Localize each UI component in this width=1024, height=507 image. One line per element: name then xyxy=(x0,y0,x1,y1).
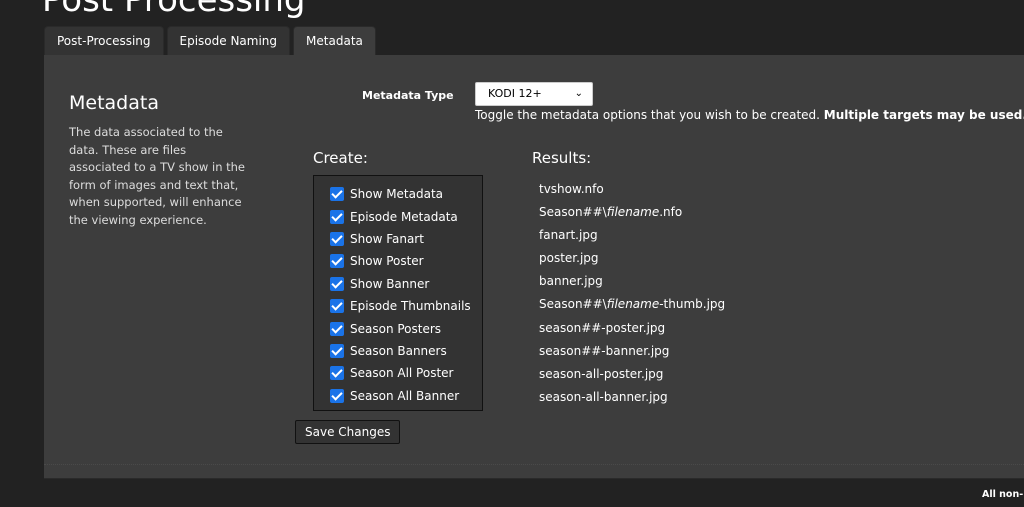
panel-divider xyxy=(44,464,1024,465)
filename-part: Season##\ xyxy=(539,205,607,220)
checkbox[interactable] xyxy=(330,366,344,381)
result-filename: banner.jpg xyxy=(539,274,725,297)
create-option-row[interactable]: Episode Thumbnails xyxy=(330,295,482,317)
create-option-row[interactable]: Show Banner xyxy=(330,273,482,295)
save-changes-button[interactable]: Save Changes xyxy=(295,420,401,444)
checkbox-label: Show Poster xyxy=(350,254,424,269)
checkbox-label: Season All Poster xyxy=(350,366,454,381)
create-option-row[interactable]: Show Metadata xyxy=(330,183,482,205)
result-filename: Season##\filename-thumb.jpg xyxy=(539,297,725,320)
checkbox[interactable] xyxy=(330,254,344,269)
filename-part: season##-banner.jpg xyxy=(539,343,670,358)
chevron-down-icon: ⌄ xyxy=(574,88,583,99)
results-heading: Results: xyxy=(532,149,592,167)
filename-part: season##-poster.jpg xyxy=(539,320,666,335)
tab-post-processing[interactable]: Post-Processing xyxy=(44,26,164,56)
metadata-type-label: Metadata Type xyxy=(362,89,454,102)
result-filename: poster.jpg xyxy=(539,251,725,274)
metadata-panel: Metadata The data associated to the data… xyxy=(44,55,1024,479)
result-filename: season-all-poster.jpg xyxy=(539,367,725,390)
checkbox[interactable] xyxy=(330,321,344,336)
create-heading: Create: xyxy=(313,149,368,167)
section-description: The data associated to the data. These a… xyxy=(69,125,246,227)
create-options-box: Show Metadata Episode Metadata Show Fanart… xyxy=(313,175,483,411)
checkbox[interactable] xyxy=(330,231,344,246)
hint-bold: Multiple targets may be used. xyxy=(823,108,1024,122)
checkbox[interactable] xyxy=(330,276,344,291)
create-option-row[interactable]: Season All Poster xyxy=(330,362,482,384)
filename-part: .nfo xyxy=(659,205,683,220)
results-list: tvshow.nfo Season##\filename.nfo fanart.jp… xyxy=(539,182,725,413)
create-option-row[interactable]: Show Poster xyxy=(330,250,482,272)
checkbox-label: Show Fanart xyxy=(350,231,424,246)
filename-placeholder: filename xyxy=(606,205,660,220)
filename-part: season-all-banner.jpg xyxy=(539,389,668,404)
checkbox[interactable] xyxy=(330,343,344,358)
filename-part: tvshow.nfo xyxy=(539,182,604,196)
result-filename: season##-banner.jpg xyxy=(539,344,725,367)
filename-part: Season##\ xyxy=(539,297,607,312)
metadata-type-select[interactable]: KODI 12+ ⌄ xyxy=(475,82,593,106)
filename-placeholder: filename xyxy=(606,297,660,312)
checkbox-label: Season Posters xyxy=(350,321,442,336)
metadata-hint: Toggle the metadata options that you wis… xyxy=(475,108,1024,122)
filename-part: fanart.jpg xyxy=(539,228,598,243)
checkbox-label: Episode Thumbnails xyxy=(350,299,471,314)
page-title: Post Processing xyxy=(42,0,306,20)
hint-text: Toggle the metadata options that you wis… xyxy=(475,108,824,122)
checkbox[interactable] xyxy=(330,388,344,403)
checkbox[interactable] xyxy=(330,209,344,224)
filename-part: poster.jpg xyxy=(539,251,599,266)
checkbox-label: Episode Metadata xyxy=(350,209,458,224)
create-option-row[interactable]: Season Posters xyxy=(330,317,482,339)
result-filename: Season##\filename.nfo xyxy=(539,205,725,228)
result-filename: season##-poster.jpg xyxy=(539,321,725,344)
checkbox[interactable] xyxy=(330,299,344,314)
checkbox-label: Show Banner xyxy=(350,276,430,291)
tab-metadata[interactable]: Metadata xyxy=(293,26,376,56)
create-option-row[interactable]: Show Fanart xyxy=(330,228,482,250)
checkbox-label: Show Metadata xyxy=(350,187,444,202)
filename-part: -thumb.jpg xyxy=(659,297,726,312)
checkbox-label: Season Banners xyxy=(350,343,447,358)
tab-bar: Post-Processing Episode Naming Metadata xyxy=(44,26,376,56)
section-title: Metadata xyxy=(69,92,159,114)
checkbox-label: Season All Banner xyxy=(350,388,460,403)
checkbox[interactable] xyxy=(330,187,344,202)
filename-part: banner.jpg xyxy=(539,274,603,289)
create-option-row[interactable]: Season Banners xyxy=(330,340,482,362)
metadata-type-value: KODI 12+ xyxy=(488,87,542,100)
result-filename: tvshow.nfo xyxy=(539,182,725,205)
result-filename: season-all-banner.jpg xyxy=(539,390,725,413)
create-option-row[interactable]: Episode Metadata xyxy=(330,205,482,227)
tab-episode-naming[interactable]: Episode Naming xyxy=(166,26,291,56)
create-option-row[interactable]: Season All Banner xyxy=(330,385,482,407)
result-filename: fanart.jpg xyxy=(539,228,725,251)
footer-text: All non- xyxy=(982,489,1024,500)
filename-part: season-all-poster.jpg xyxy=(539,366,664,381)
